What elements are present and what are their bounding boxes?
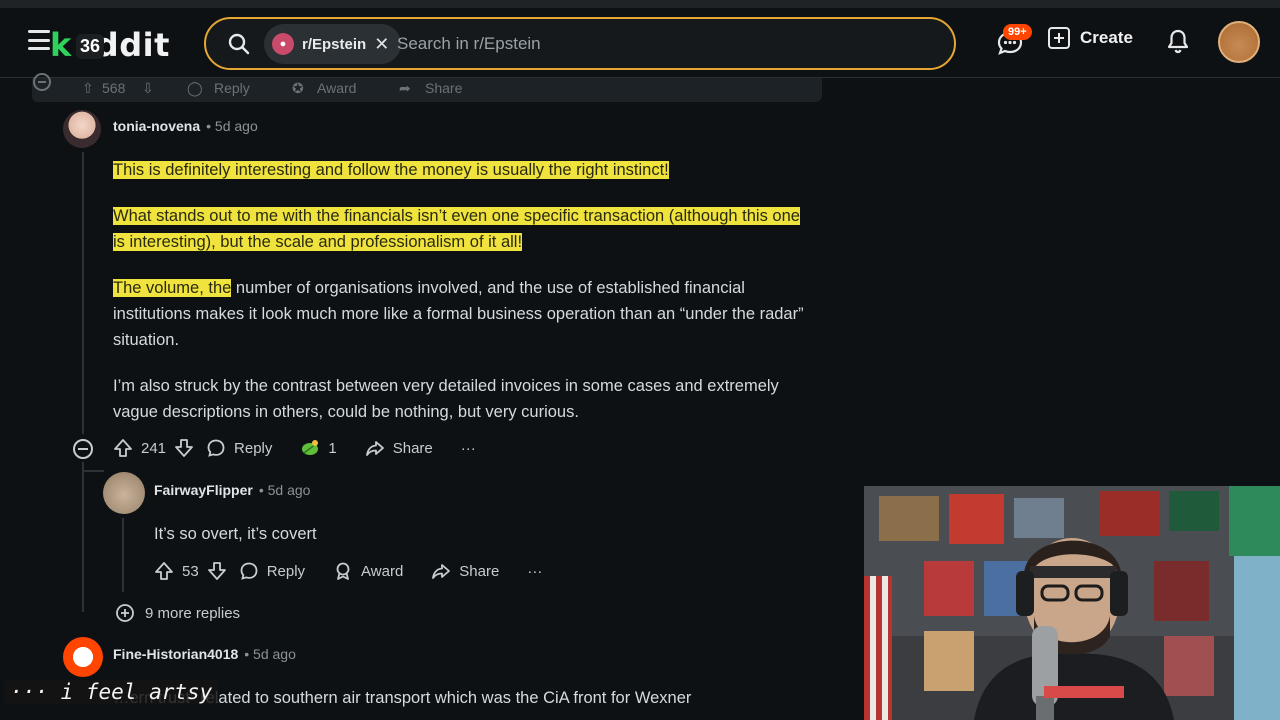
share-label: Share xyxy=(459,562,500,580)
reply-icon[interactable]: ◯ xyxy=(187,80,203,97)
comment-paragraph: What stands out to me with the financial… xyxy=(113,203,813,255)
create-button[interactable]: Create xyxy=(1048,27,1133,49)
comment-paragraph: I’m also struck by the contrast between … xyxy=(113,373,813,425)
award-button[interactable]: Award xyxy=(317,80,356,96)
thread-branch xyxy=(82,470,104,472)
upvote-icon[interactable]: ⇧ xyxy=(82,80,94,97)
reply-icon xyxy=(207,439,225,457)
award-button[interactable]: Award xyxy=(333,561,403,581)
username[interactable]: tonia-novena xyxy=(113,118,200,134)
vote-count: 568 xyxy=(102,80,126,96)
comment-actions: 241 Reply 1 Share ··· xyxy=(113,438,504,458)
reply-button[interactable]: Reply xyxy=(214,80,250,96)
search-icon xyxy=(228,33,250,55)
collapse-thread-icon[interactable] xyxy=(73,439,93,459)
comment-paragraph: The volume, the number of organisations … xyxy=(113,275,813,353)
comment-age: • 5d ago xyxy=(258,482,311,498)
share-button[interactable]: Share xyxy=(425,80,462,96)
vote-group: 241 xyxy=(113,438,194,458)
share-label: Share xyxy=(392,439,433,457)
expand-icon xyxy=(116,604,134,622)
share-button[interactable]: Share xyxy=(365,438,433,458)
reddit-logo[interactable]: k ddit xyxy=(50,26,170,64)
collapse-icon[interactable] xyxy=(32,72,52,92)
vote-count: 53 xyxy=(182,562,199,580)
close-icon[interactable]: ✕ xyxy=(374,34,389,55)
search-input[interactable]: Search in r/Epstein xyxy=(397,34,541,54)
more-replies-label: 9 more replies xyxy=(145,604,241,622)
share-icon xyxy=(365,441,384,456)
subreddit-filter-chip[interactable]: ● r/Epstein ✕ xyxy=(264,24,402,64)
share-icon[interactable]: ➦ xyxy=(399,80,411,97)
upvote-icon[interactable] xyxy=(113,438,133,458)
highlighted-text: What stands out to me with the financial… xyxy=(113,207,800,251)
plus-icon xyxy=(1048,27,1070,49)
upvote-icon[interactable] xyxy=(154,561,174,581)
award-icon[interactable]: ✪ xyxy=(292,80,304,97)
thread-line xyxy=(82,152,84,434)
bell-icon[interactable] xyxy=(1166,28,1190,54)
stream-caption-overlay: ··· i feel artsy xyxy=(4,680,219,704)
award-button[interactable]: 1 xyxy=(300,438,337,458)
award-leaf-icon xyxy=(302,440,319,455)
more-icon: ··· xyxy=(527,562,543,580)
reply-label: Reply xyxy=(234,439,273,457)
award-label: Award xyxy=(361,562,404,580)
vote-group: 53 xyxy=(154,561,227,581)
comment-age: • 5d ago xyxy=(244,646,296,662)
subreddit-icon: ● xyxy=(272,33,294,55)
username[interactable]: FairwayFlipper xyxy=(154,482,253,498)
comment-age: • 5d ago xyxy=(206,118,258,134)
share-button[interactable]: Share xyxy=(431,561,499,581)
reply-button[interactable]: Reply xyxy=(206,438,272,458)
notification-count-badge: 99+ xyxy=(1003,24,1032,40)
comment-header: tonia-novena • 5d ago xyxy=(113,118,258,134)
create-label: Create xyxy=(1080,28,1133,47)
reply-label: Reply xyxy=(266,562,306,580)
thread-line xyxy=(82,462,84,612)
comment-body: It’s so overt, it’s covert xyxy=(154,525,317,543)
user-avatar[interactable] xyxy=(1218,21,1260,63)
paragraph-text: I’m also struck by the contrast between … xyxy=(113,377,779,421)
more-icon: ··· xyxy=(460,439,476,457)
more-options-button[interactable]: ··· xyxy=(461,440,476,457)
comment-paragraph: This is definitely interesting and follo… xyxy=(113,157,813,183)
top-nav: k ddit 36 ● r/Epstein ✕ Search in r/Epste… xyxy=(0,8,1280,78)
downvote-icon[interactable] xyxy=(174,438,194,458)
menu-icon[interactable] xyxy=(28,30,50,50)
stream-badge: 36 xyxy=(76,34,105,59)
reply-icon xyxy=(240,562,258,580)
webcam-overlay xyxy=(864,486,1280,720)
vote-count: 241 xyxy=(141,439,167,457)
subreddit-chip-label: r/Epstein xyxy=(302,35,367,53)
comment-header: Fine-Historian4018 • 5d ago xyxy=(113,646,296,662)
username[interactable]: Fine-Historian4018 xyxy=(113,646,238,662)
search-bar[interactable]: ● r/Epstein ✕ Search in r/Epstein xyxy=(204,17,956,70)
more-options-button[interactable]: ··· xyxy=(527,563,542,580)
downvote-icon[interactable] xyxy=(207,561,227,581)
comment-header: FairwayFlipper • 5d ago xyxy=(154,482,310,498)
award-count: 1 xyxy=(328,439,337,457)
streamer-video xyxy=(864,486,1280,720)
previous-comment-actions: ⇧ 568 ⇩ ◯ Reply ✪ Award ➦ Share xyxy=(32,73,822,102)
thread-line xyxy=(122,518,124,592)
share-icon xyxy=(432,564,451,579)
commenter-avatar[interactable] xyxy=(103,472,145,514)
downvote-icon[interactable]: ⇩ xyxy=(142,80,154,97)
comment-actions: 53 Reply Award Share ··· xyxy=(154,561,570,581)
highlighted-text: The volume, the xyxy=(113,279,232,297)
top-strip xyxy=(0,0,1280,8)
highlighted-text: This is definitely interesting and follo… xyxy=(113,161,669,179)
commenter-avatar[interactable] xyxy=(63,110,101,148)
reply-button[interactable]: Reply xyxy=(239,561,305,581)
award-icon xyxy=(336,562,350,580)
more-replies-button[interactable]: 9 more replies xyxy=(115,603,240,623)
commenter-avatar[interactable] xyxy=(63,637,103,677)
